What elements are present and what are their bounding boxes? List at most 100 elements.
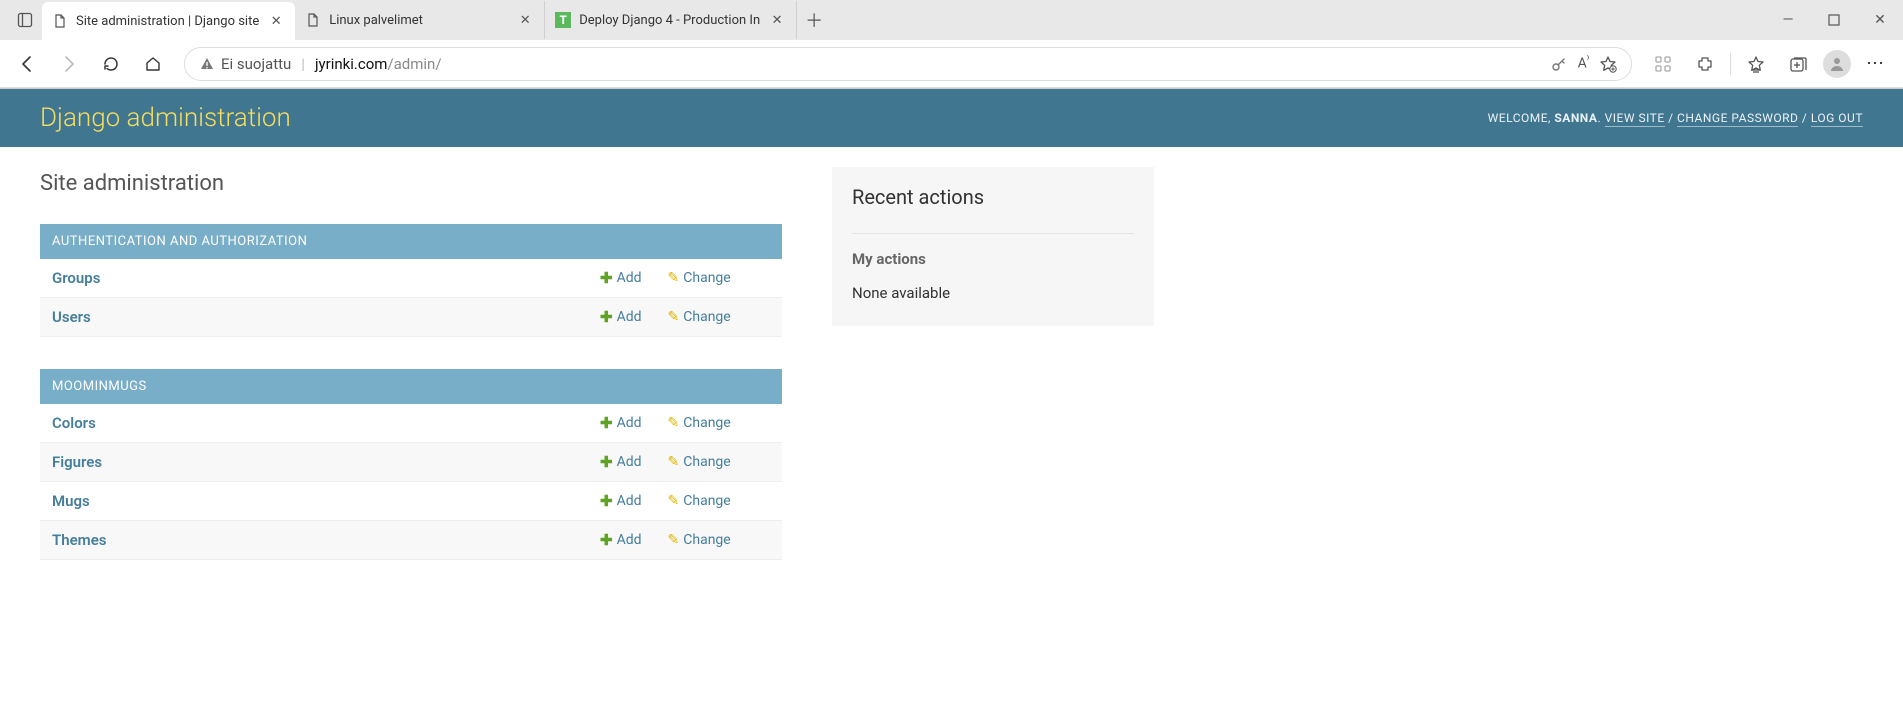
back-button[interactable] xyxy=(10,47,44,81)
change-link[interactable]: ✎Change xyxy=(668,531,731,549)
module-caption[interactable]: MOOMINMUGS xyxy=(40,369,782,404)
change-password-link[interactable]: CHANGE PASSWORD xyxy=(1677,111,1798,127)
sidebar: Recent actions My actions None available xyxy=(832,167,1154,326)
not-secure-label: Ei suojattu xyxy=(221,55,291,73)
tab-1[interactable]: Linux palvelimet ✕ xyxy=(295,1,545,39)
tab-0[interactable]: Site administration | Django site ✕ xyxy=(42,2,295,40)
model-link-figures[interactable]: Figures xyxy=(52,453,600,471)
tab-title: Site administration | Django site xyxy=(76,14,259,29)
change-link[interactable]: ✎Change xyxy=(668,308,731,326)
branding-title[interactable]: Django administration xyxy=(40,103,291,133)
password-key-icon[interactable] xyxy=(1550,55,1568,73)
add-link[interactable]: ✚Add xyxy=(600,308,642,326)
model-row: Mugs ✚Add ✎Change xyxy=(40,482,782,521)
minimize-button[interactable]: ― xyxy=(1765,0,1811,40)
address-bar[interactable]: Ei suojattu | jyrinki.com/admin/ A⁾ xyxy=(184,47,1632,81)
add-link[interactable]: ✚Add xyxy=(600,414,642,432)
change-link[interactable]: ✎Change xyxy=(668,492,731,510)
view-site-link[interactable]: VIEW SITE xyxy=(1605,111,1665,127)
toolbar-right: ⋯ xyxy=(1646,47,1893,81)
none-available-text: None available xyxy=(852,284,1134,302)
add-link[interactable]: ✚Add xyxy=(600,269,642,287)
model-row: Colors ✚Add ✎Change xyxy=(40,404,782,443)
user-tools: WELCOME, SANNA. VIEW SITE / CHANGE PASSW… xyxy=(1488,111,1863,125)
pencil-icon: ✎ xyxy=(668,415,680,431)
browser-toolbar: Ei suojattu | jyrinki.com/admin/ A⁾ xyxy=(0,40,1903,88)
add-link[interactable]: ✚Add xyxy=(600,531,642,549)
model-link-themes[interactable]: Themes xyxy=(52,531,600,549)
pencil-icon: ✎ xyxy=(668,532,680,548)
maximize-button[interactable] xyxy=(1811,0,1857,40)
close-window-button[interactable]: ✕ xyxy=(1857,0,1903,40)
tab-strip: Site administration | Django site ✕ Linu… xyxy=(0,0,1903,40)
username: SANNA xyxy=(1554,111,1597,125)
url-host: jyrinki.com xyxy=(315,55,387,73)
my-actions-title: My actions xyxy=(852,233,1134,268)
main-content: Site administration AUTHENTICATION AND A… xyxy=(40,167,782,592)
plus-icon: ✚ xyxy=(600,308,613,326)
change-link[interactable]: ✎Change xyxy=(668,269,731,287)
tab-title: Linux palvelimet xyxy=(329,13,508,28)
add-link[interactable]: ✚Add xyxy=(600,492,642,510)
plus-icon: ✚ xyxy=(600,492,613,510)
model-link-groups[interactable]: Groups xyxy=(52,269,600,287)
plus-icon: ✚ xyxy=(600,531,613,549)
favorites-button[interactable] xyxy=(1739,47,1773,81)
recent-actions-title: Recent actions xyxy=(852,185,1134,209)
forward-button[interactable] xyxy=(52,47,86,81)
tab-actions-icon[interactable] xyxy=(8,3,42,37)
content: Site administration AUTHENTICATION AND A… xyxy=(0,147,1903,612)
warning-icon xyxy=(199,56,215,72)
change-link[interactable]: ✎Change xyxy=(668,453,731,471)
log-out-link[interactable]: LOG OUT xyxy=(1811,111,1863,127)
not-secure-indicator[interactable]: Ei suojattu xyxy=(199,55,291,73)
model-row: Users ✚Add ✎Change xyxy=(40,298,782,337)
pencil-icon: ✎ xyxy=(668,270,680,286)
window-controls: ― ✕ xyxy=(1765,0,1903,40)
model-row: Groups ✚Add ✎Change xyxy=(40,259,782,298)
plus-icon: ✚ xyxy=(600,414,613,432)
profile-avatar[interactable] xyxy=(1823,50,1851,78)
page-icon xyxy=(305,12,321,28)
module-caption[interactable]: AUTHENTICATION AND AUTHORIZATION xyxy=(40,224,782,259)
read-aloud-icon[interactable]: A⁾ xyxy=(1578,55,1589,72)
collections-button[interactable] xyxy=(1781,47,1815,81)
recent-actions-module: Recent actions My actions None available xyxy=(832,167,1154,326)
app-module-auth: AUTHENTICATION AND AUTHORIZATION Groups … xyxy=(40,224,782,337)
model-link-mugs[interactable]: Mugs xyxy=(52,492,600,510)
page-title: Site administration xyxy=(40,171,782,196)
change-link[interactable]: ✎Change xyxy=(668,414,731,432)
page-icon xyxy=(52,13,68,29)
extension-grid-icon[interactable] xyxy=(1646,47,1680,81)
url-text: jyrinki.com/admin/ xyxy=(315,55,442,73)
model-row: Figures ✚Add ✎Change xyxy=(40,443,782,482)
pencil-icon: ✎ xyxy=(668,309,680,325)
t-icon: T xyxy=(555,12,571,28)
tab-2[interactable]: T Deploy Django 4 - Production In ✕ xyxy=(545,1,797,39)
home-button[interactable] xyxy=(136,47,170,81)
new-tab-button[interactable]: ＋ xyxy=(797,3,831,37)
favorites-star-icon[interactable] xyxy=(1599,55,1617,73)
django-header: Django administration WELCOME, SANNA. VI… xyxy=(0,89,1903,147)
close-icon[interactable]: ✕ xyxy=(516,11,534,29)
close-icon[interactable]: ✕ xyxy=(267,12,285,30)
refresh-button[interactable] xyxy=(94,47,128,81)
welcome-prefix: WELCOME, xyxy=(1488,111,1555,125)
browser-chrome: Site administration | Django site ✕ Linu… xyxy=(0,0,1903,89)
tab-title: Deploy Django 4 - Production In xyxy=(579,13,760,28)
separator: | xyxy=(301,55,305,73)
model-row: Themes ✚Add ✎Change xyxy=(40,521,782,560)
pencil-icon: ✎ xyxy=(668,454,680,470)
plus-icon: ✚ xyxy=(600,453,613,471)
model-link-colors[interactable]: Colors xyxy=(52,414,600,432)
app-module-moominmugs: MOOMINMUGS Colors ✚Add ✎Change Figures ✚… xyxy=(40,369,782,560)
pencil-icon: ✎ xyxy=(668,493,680,509)
url-path: /admin/ xyxy=(387,55,441,73)
more-menu-button[interactable]: ⋯ xyxy=(1859,47,1893,81)
separator xyxy=(1730,53,1731,75)
close-icon[interactable]: ✕ xyxy=(768,11,786,29)
model-link-users[interactable]: Users xyxy=(52,308,600,326)
plus-icon: ✚ xyxy=(600,269,613,287)
extensions-icon[interactable] xyxy=(1688,47,1722,81)
add-link[interactable]: ✚Add xyxy=(600,453,642,471)
